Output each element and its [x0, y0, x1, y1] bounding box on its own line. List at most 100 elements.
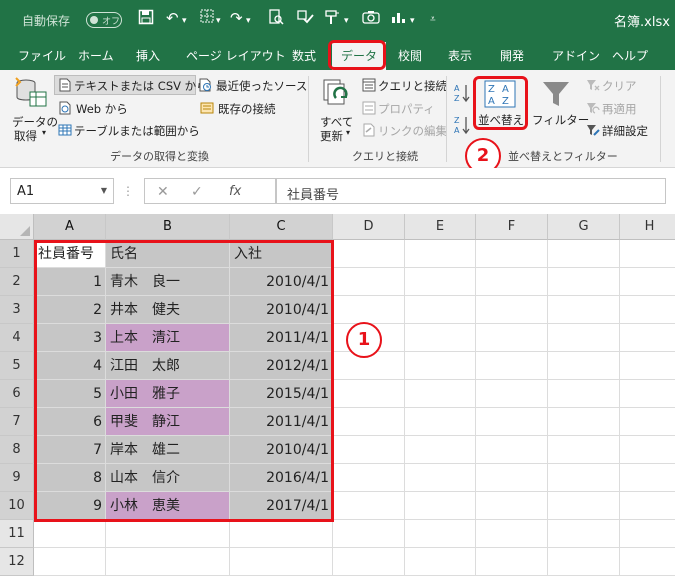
cell-h5[interactable]	[620, 352, 675, 380]
filter-icon[interactable]	[540, 78, 572, 110]
clear-button[interactable]: クリア	[602, 78, 637, 94]
borders-dropdown-icon[interactable]: ▾	[216, 16, 221, 26]
cell-e10[interactable]	[405, 492, 476, 520]
cell-e4[interactable]	[405, 324, 476, 352]
cell-e3[interactable]	[405, 296, 476, 324]
redo-icon[interactable]: ↷	[230, 9, 243, 27]
cell-g8[interactable]	[548, 436, 620, 464]
cell-d12[interactable]	[333, 548, 405, 576]
cell-h12[interactable]	[620, 548, 675, 576]
column-header-f[interactable]: F	[476, 214, 548, 240]
column-header-b[interactable]: B	[106, 214, 230, 240]
cell-g3[interactable]	[548, 296, 620, 324]
camera-icon[interactable]	[362, 9, 380, 29]
row-header-12[interactable]: 12	[0, 548, 34, 576]
row-header-8[interactable]: 8	[0, 436, 34, 464]
cell-d2[interactable]	[333, 268, 405, 296]
recent-sources-button[interactable]: 最近使ったソース	[216, 78, 307, 94]
cell-f10[interactable]	[476, 492, 548, 520]
tab-addins[interactable]: アドイン	[552, 47, 600, 64]
cell-d9[interactable]	[333, 464, 405, 492]
spelling-check-icon[interactable]	[296, 9, 314, 29]
row-header-5[interactable]: 5	[0, 352, 34, 380]
tab-review[interactable]: 校閲	[398, 47, 422, 64]
get-data-icon[interactable]	[14, 76, 48, 110]
sort-ascending-icon[interactable]: AZ	[454, 82, 470, 104]
cell-b12[interactable]	[106, 548, 230, 576]
cell-f4[interactable]	[476, 324, 548, 352]
cell-f11[interactable]	[476, 520, 548, 548]
tab-developer[interactable]: 開発	[500, 47, 524, 64]
cell-d8[interactable]	[333, 436, 405, 464]
format-painter-dropdown-icon[interactable]: ▾	[344, 16, 349, 26]
cell-d10[interactable]	[333, 492, 405, 520]
row-header-9[interactable]: 9	[0, 464, 34, 492]
get-data-dropdown-icon[interactable]: ▾	[42, 128, 46, 137]
cell-f5[interactable]	[476, 352, 548, 380]
cell-e8[interactable]	[405, 436, 476, 464]
borders-icon[interactable]	[200, 9, 214, 27]
cell-g1[interactable]	[548, 240, 620, 268]
cell-e2[interactable]	[405, 268, 476, 296]
refresh-all-dropdown-icon[interactable]: ▾	[346, 128, 350, 137]
row-header-4[interactable]: 4	[0, 324, 34, 352]
properties-button[interactable]: プロパティ	[378, 101, 435, 117]
name-box[interactable]: A1 ▼	[10, 178, 114, 204]
cell-d3[interactable]	[333, 296, 405, 324]
cell-e11[interactable]	[405, 520, 476, 548]
tab-file[interactable]: ファイル	[18, 47, 66, 64]
tab-insert[interactable]: 挿入	[136, 47, 160, 64]
queries-connections-button[interactable]: クエリと接続	[378, 78, 447, 94]
print-preview-icon[interactable]	[268, 9, 284, 29]
cell-g4[interactable]	[548, 324, 620, 352]
cell-f12[interactable]	[476, 548, 548, 576]
enter-icon[interactable]: ✓	[191, 184, 203, 200]
cell-f8[interactable]	[476, 436, 548, 464]
web-button[interactable]: Web から	[76, 101, 128, 117]
row-header-7[interactable]: 7	[0, 408, 34, 436]
cancel-icon[interactable]: ✕	[157, 184, 169, 200]
cell-h4[interactable]	[620, 324, 675, 352]
row-header-3[interactable]: 3	[0, 296, 34, 324]
cell-g9[interactable]	[548, 464, 620, 492]
format-painter-icon[interactable]	[324, 9, 342, 29]
cell-f9[interactable]	[476, 464, 548, 492]
edit-links-button[interactable]: リンクの編集	[378, 123, 447, 139]
cell-f2[interactable]	[476, 268, 548, 296]
cell-h10[interactable]	[620, 492, 675, 520]
row-header-6[interactable]: 6	[0, 380, 34, 408]
cell-f3[interactable]	[476, 296, 548, 324]
cell-c12[interactable]	[230, 548, 333, 576]
cell-h3[interactable]	[620, 296, 675, 324]
tab-home[interactable]: ホーム	[78, 47, 114, 64]
chart-dropdown-icon[interactable]: ▾	[410, 16, 415, 26]
advanced-button[interactable]: 詳細設定	[602, 123, 648, 139]
undo-dropdown-icon[interactable]: ▾	[182, 16, 187, 26]
cell-g7[interactable]	[548, 408, 620, 436]
column-header-g[interactable]: G	[548, 214, 620, 240]
formula-input[interactable]: 社員番号	[276, 178, 666, 204]
row-header-2[interactable]: 2	[0, 268, 34, 296]
existing-connections-button[interactable]: 既存の接続	[218, 101, 276, 117]
cell-h7[interactable]	[620, 408, 675, 436]
cell-e7[interactable]	[405, 408, 476, 436]
cell-e6[interactable]	[405, 380, 476, 408]
autosave-toggle[interactable]: オフ	[86, 12, 122, 28]
cell-f1[interactable]	[476, 240, 548, 268]
column-header-e[interactable]: E	[405, 214, 476, 240]
cell-g6[interactable]	[548, 380, 620, 408]
column-header-a[interactable]: A	[34, 214, 106, 240]
cell-c11[interactable]	[230, 520, 333, 548]
cell-h1[interactable]	[620, 240, 675, 268]
cell-a12[interactable]	[34, 548, 106, 576]
cell-d6[interactable]	[333, 380, 405, 408]
row-header-10[interactable]: 10	[0, 492, 34, 520]
redo-dropdown-icon[interactable]: ▾	[246, 16, 251, 26]
cell-b11[interactable]	[106, 520, 230, 548]
cell-d7[interactable]	[333, 408, 405, 436]
cell-h6[interactable]	[620, 380, 675, 408]
insert-function-icon[interactable]: fx	[229, 184, 241, 199]
cell-h2[interactable]	[620, 268, 675, 296]
cell-e12[interactable]	[405, 548, 476, 576]
column-header-h[interactable]: H	[620, 214, 675, 240]
